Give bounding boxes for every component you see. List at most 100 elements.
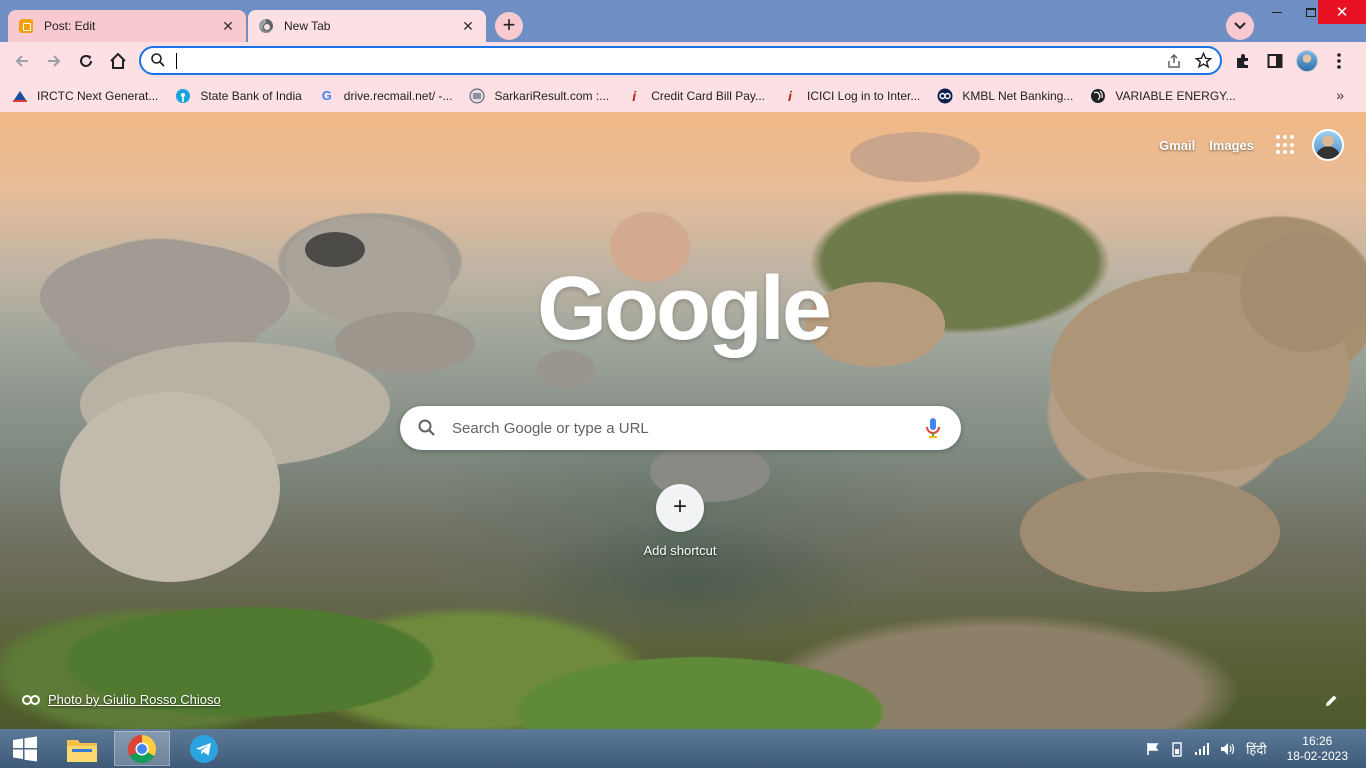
attribution-text: Photo by Giulio Rosso Chioso [48,692,221,707]
google-apps-icon[interactable] [1276,135,1296,155]
chevron-down-icon [1234,22,1246,30]
share-icon[interactable] [1166,53,1182,69]
forward-arrow-icon [48,55,61,67]
tab-new-tab[interactable]: New Tab ✕ [248,10,486,42]
tab-post-edit[interactable]: Post: Edit ✕ [8,10,246,42]
side-panel-button[interactable] [1262,48,1288,74]
minimize-icon [1272,11,1282,13]
bookmark-star-icon[interactable] [1195,52,1212,69]
close-window-button[interactable]: ✕ [1318,0,1366,24]
address-bar[interactable] [139,46,1222,75]
tab-title: Post: Edit [44,19,96,33]
photo-attribution-link[interactable]: Photo by Giulio Rosso Chioso [22,692,221,707]
bookmark-label: drive.recmail.net/ -... [343,88,453,103]
chrome-icon [128,734,156,763]
flag-icon[interactable] [1146,742,1160,756]
background-rock [60,392,280,582]
gmail-link[interactable]: Gmail [1159,138,1195,153]
google-icon: G [321,88,332,103]
new-tab-page: Gmail Images Google + Add shortcut Photo… [0,112,1366,729]
irctc-icon [12,88,28,104]
home-button[interactable] [105,48,131,74]
bookmark-label: VARIABLE ENERGY... [1115,88,1236,103]
bookmarks-overflow-icon[interactable]: » [1336,87,1344,103]
reload-icon [80,55,92,67]
google-logo: Google [537,259,832,359]
microphone-icon[interactable] [925,417,941,439]
background-rock [305,232,365,267]
system-tray: हिंदी 16:26 18-02-2023 [1146,729,1366,768]
volume-icon[interactable] [1220,742,1236,756]
pencil-icon [1326,695,1337,706]
clock-time: 16:26 [1302,733,1333,748]
link-icon [22,694,40,705]
add-shortcut-label: Add shortcut [643,543,717,558]
icici-icon: i [788,87,792,104]
bookmark-label: SarkariResult.com :... [494,88,610,103]
taskbar-chrome[interactable] [114,731,170,766]
globe-icon [1090,88,1106,104]
bookmark-credit-card[interactable]: i Credit Card Bill Pay... [626,88,765,104]
taskbar-file-explorer[interactable] [54,731,110,766]
account-avatar[interactable] [1312,129,1344,161]
bookmark-irctc[interactable]: IRCTC Next Generat... [12,88,158,104]
folder-icon [67,739,97,762]
new-tab-button[interactable]: + [495,12,523,40]
bookmark-kmbl[interactable]: KMBL Net Banking... [937,88,1073,104]
ntp-search-box[interactable] [400,406,961,450]
images-link[interactable]: Images [1209,138,1254,153]
search-icon [418,419,435,436]
search-icon [151,53,165,67]
tab-search-button[interactable] [1226,12,1254,40]
reload-button[interactable] [73,48,99,74]
taskbar-telegram[interactable] [176,731,232,766]
kotak-icon [937,88,953,104]
profile-button[interactable] [1294,48,1320,74]
more-vertical-icon [1337,53,1341,69]
power-battery-icon[interactable] [1170,741,1184,757]
bookmark-drive-recmail[interactable]: G drive.recmail.net/ -... [319,88,453,104]
language-indicator[interactable]: हिंदी [1246,740,1267,758]
tab-close-icon[interactable]: ✕ [220,18,236,35]
bookmark-label: Credit Card Bill Pay... [651,88,765,103]
bookmark-label: KMBL Net Banking... [962,88,1074,103]
sbi-icon [175,88,191,104]
bookmark-icici[interactable]: i ICICI Log in to Inter... [782,88,920,104]
background-rock [850,132,980,182]
network-signal-icon[interactable] [1194,742,1210,756]
home-icon [110,52,126,69]
icici-icon: i [632,87,637,104]
address-input[interactable] [175,51,1135,70]
chrome-icon [258,18,274,34]
close-icon: ✕ [1335,4,1349,21]
taskbar-clock[interactable]: 16:26 18-02-2023 [1287,734,1348,764]
blogger-icon [18,18,34,34]
ntp-search-input[interactable] [452,417,902,439]
sarkari-icon [469,88,485,104]
maximize-icon [1306,7,1316,17]
back-button[interactable] [9,48,35,74]
bookmark-sarkariresult[interactable]: SarkariResult.com :... [469,88,609,104]
plus-icon: + [656,484,704,532]
puzzle-icon [1237,54,1248,68]
customize-chrome-button[interactable] [1324,694,1338,713]
bookmark-sbi[interactable]: State Bank of India [175,88,302,104]
back-arrow-icon [15,55,28,67]
bookmark-label: State Bank of India [200,88,302,103]
side-panel-icon [1267,54,1283,68]
clock-date: 18-02-2023 [1286,748,1348,763]
bookmark-variable-energy[interactable]: VARIABLE ENERGY... [1090,88,1236,104]
windows-logo-icon [13,736,37,761]
tab-close-icon[interactable]: ✕ [460,18,476,35]
start-button[interactable] [0,731,50,766]
add-shortcut-button[interactable]: + Add shortcut [630,484,730,558]
windows-taskbar: हिंदी 16:26 18-02-2023 [0,729,1366,768]
browser-toolbar [0,42,1366,79]
avatar [1296,50,1318,72]
bookmark-label: ICICI Log in to Inter... [807,88,921,103]
tab-title: New Tab [284,19,331,33]
extensions-button[interactable] [1230,48,1256,74]
menu-button[interactable] [1326,48,1352,74]
forward-button[interactable] [41,48,67,74]
telegram-icon [190,734,218,763]
